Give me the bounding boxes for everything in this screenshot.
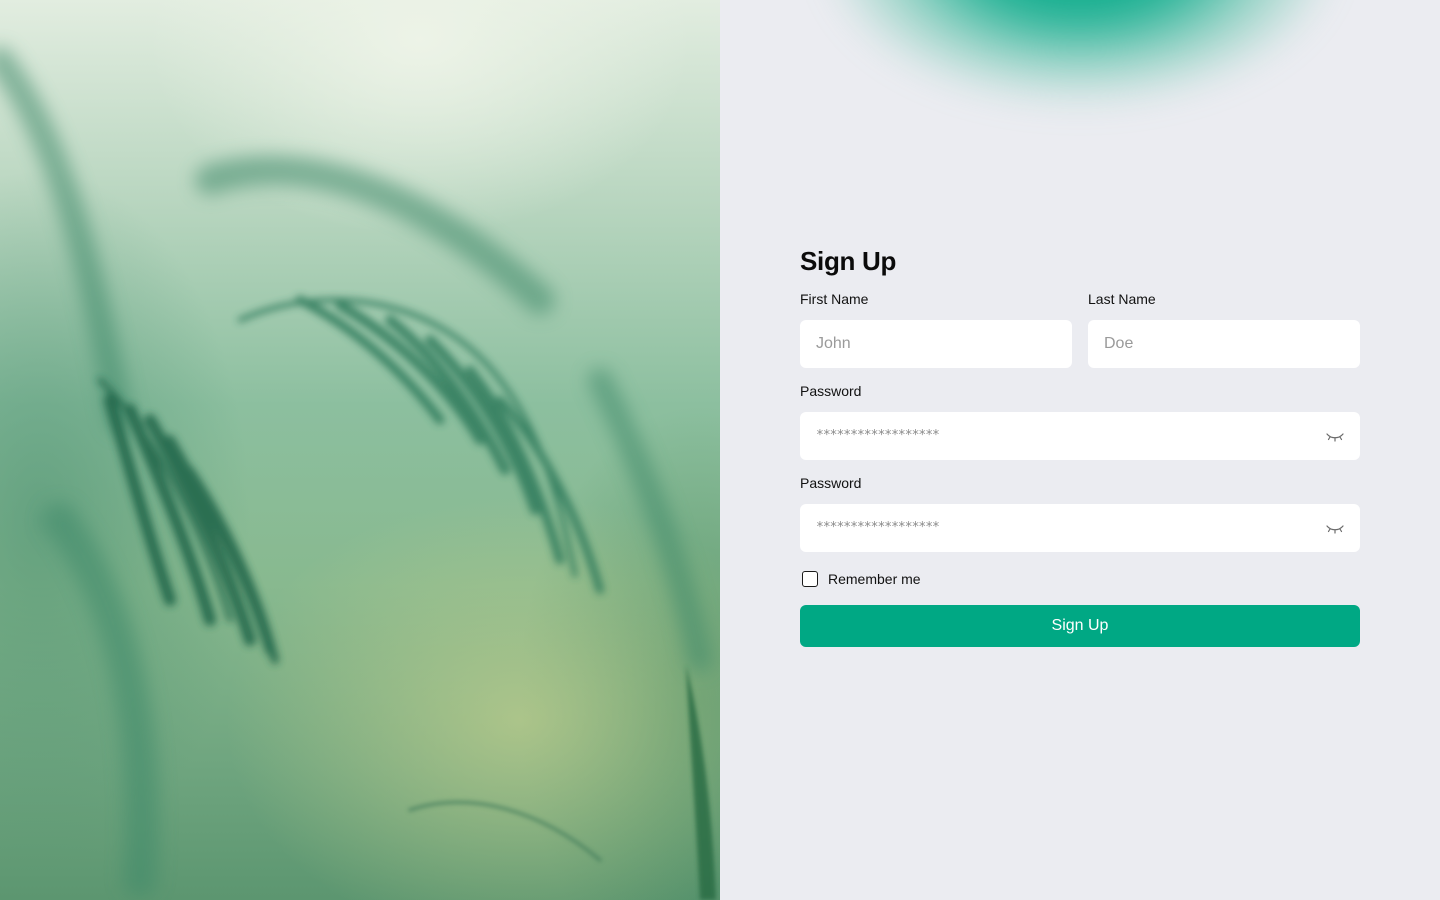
signup-page: Sign Up First Name Last Name Password [0,0,1440,900]
remember-me: Remember me [800,569,1360,589]
last-name-field: Last Name [1088,290,1360,368]
last-name-label: Last Name [1088,291,1156,307]
eye-closed-icon[interactable] [1326,521,1344,535]
confirm-password-label: Password [800,475,862,491]
signup-form: Sign Up First Name Last Name Password [800,244,1360,647]
form-panel: Sign Up First Name Last Name Password [720,0,1440,900]
form-title: Sign Up [800,246,897,276]
password-masked-value: ****************** [816,428,940,443]
last-name-input[interactable] [1088,320,1360,368]
first-name-input[interactable] [800,320,1072,368]
plant-leaves-illustration [0,47,716,900]
remember-me-checkbox[interactable] [802,571,818,587]
signup-button[interactable]: Sign Up [800,605,1360,647]
first-name-label: First Name [800,291,869,307]
confirm-password-masked-value: ****************** [816,520,940,535]
remember-me-label[interactable]: Remember me [828,571,921,587]
password-field: Password ****************** [800,382,1360,460]
confirm-password-input[interactable]: ****************** [800,504,1360,552]
confirm-password-field: Password ****************** [800,474,1360,552]
password-input[interactable]: ****************** [800,412,1360,460]
password-label: Password [800,383,862,399]
accent-glow [830,0,1330,100]
eye-closed-icon[interactable] [1326,429,1344,443]
first-name-field: First Name [800,290,1072,368]
hero-image [0,0,720,900]
